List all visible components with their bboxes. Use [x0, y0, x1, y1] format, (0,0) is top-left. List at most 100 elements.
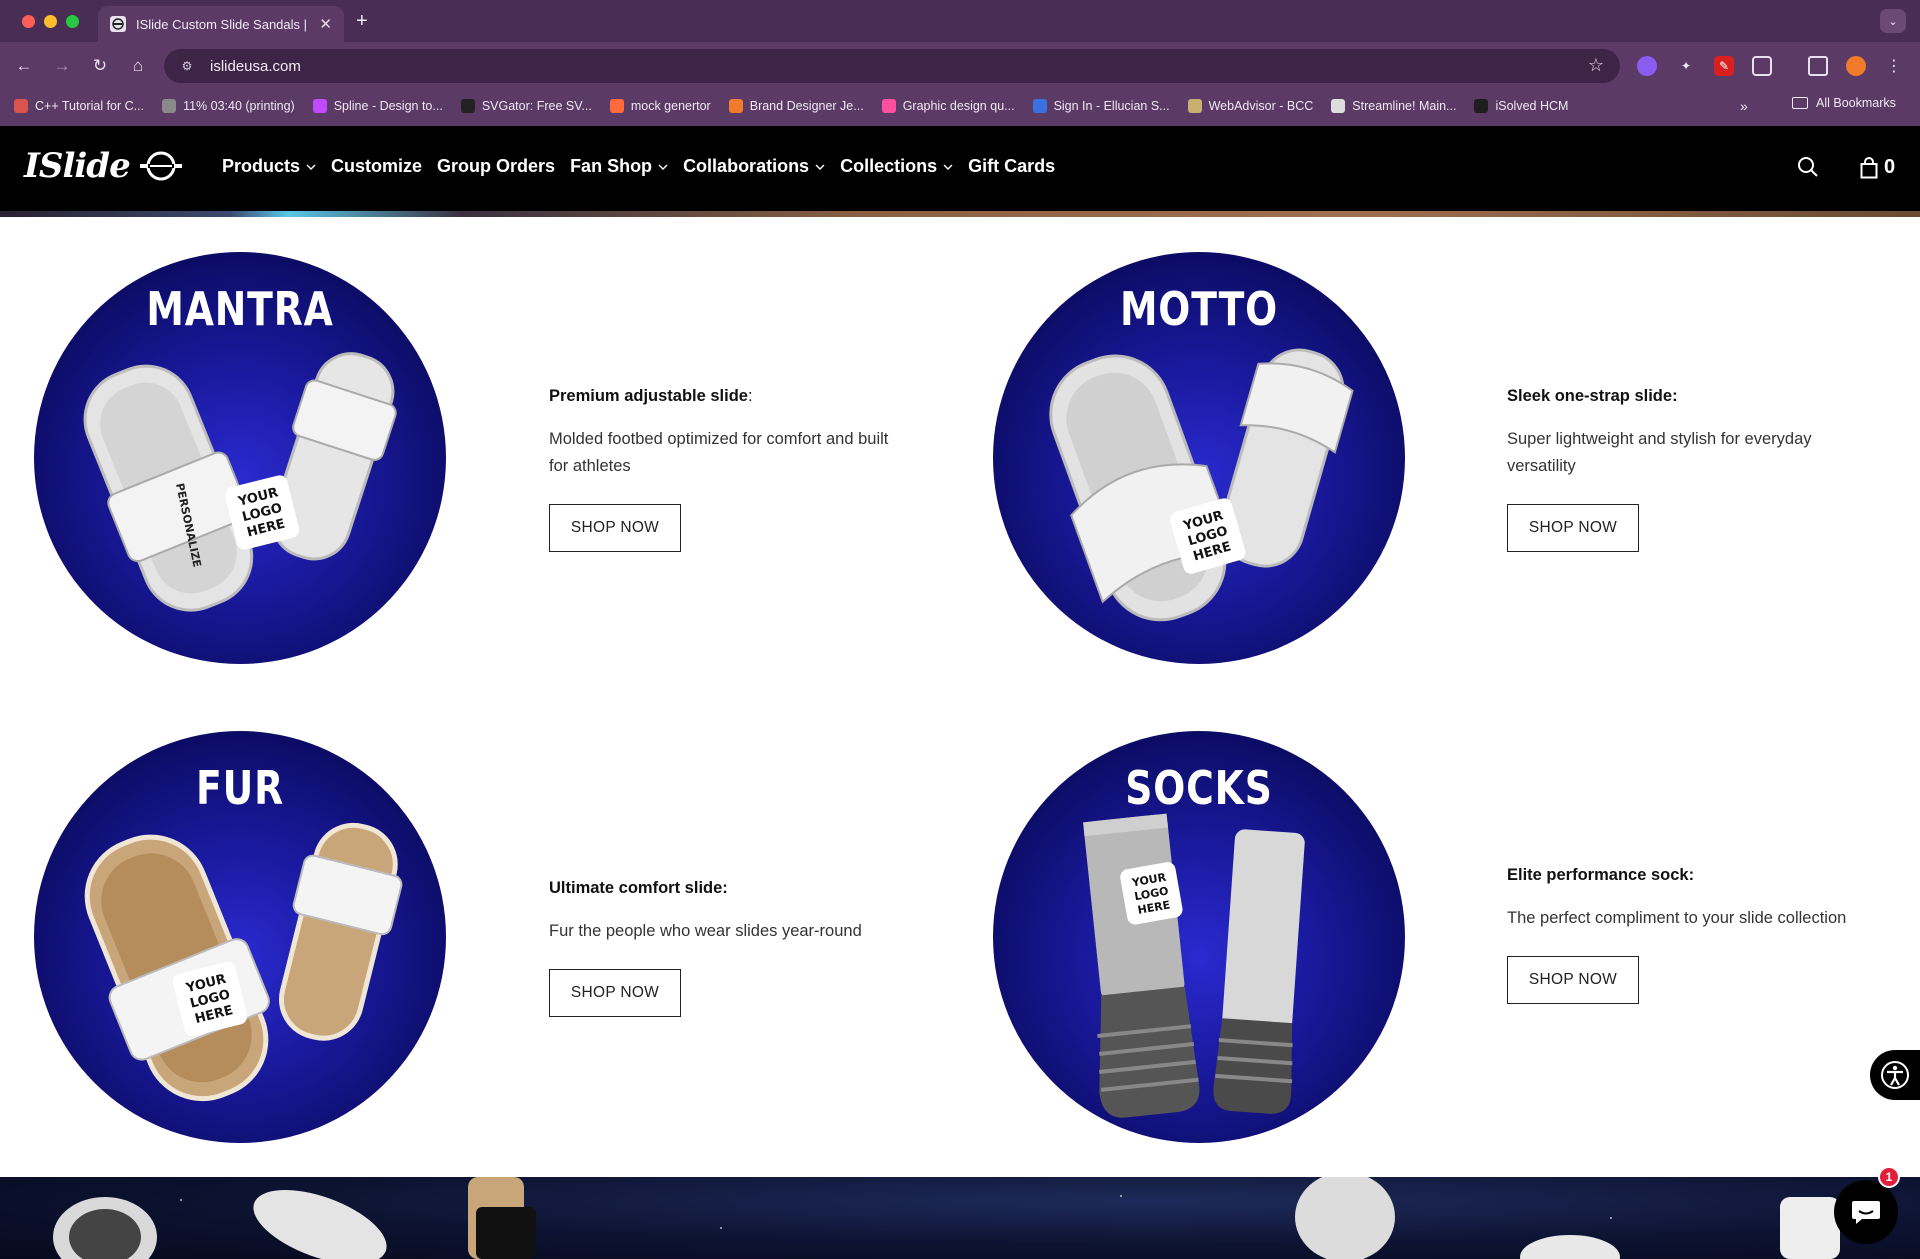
back-arrow-icon[interactable]: ← [12, 54, 36, 78]
bookmarks-bar: C++ Tutorial for C... 11% 03:40 (printin… [0, 92, 1920, 120]
bookmark-item[interactable]: WebAdvisor - BCC [1187, 99, 1314, 113]
maximize-window-button[interactable] [66, 15, 79, 28]
site-info-icon[interactable]: ⚙ [178, 57, 196, 75]
bookmark-favicon-icon [1187, 99, 1202, 113]
bookmark-item[interactable]: 11% 03:40 (printing) [162, 99, 295, 113]
nav-label: Group Orders [437, 156, 556, 176]
logo-mark-icon [139, 151, 182, 181]
home-icon[interactable]: ⌂ [126, 54, 150, 78]
side-panel-icon[interactable] [1808, 56, 1828, 76]
bookmark-favicon-icon [728, 99, 743, 113]
extensions-puzzle-icon[interactable] [1752, 56, 1772, 76]
bookmark-item[interactable]: Sign In - Ellucian S... [1032, 99, 1170, 113]
nav-collaborations[interactable]: Collaborations [683, 156, 825, 177]
product-description: The perfect compliment to your slide col… [1507, 909, 1847, 927]
bookmark-item[interactable]: iSolved HCM [1474, 99, 1568, 113]
product-headline-text: Sleek one-strap slide: [1507, 387, 1678, 405]
address-bar[interactable]: ⚙ islideusa.com ☆ [164, 49, 1620, 83]
bookmark-label: 11% 03:40 (printing) [183, 99, 295, 113]
chat-button[interactable] [1834, 1180, 1898, 1244]
shop-now-button[interactable]: SHOP NOW [549, 504, 681, 552]
bookmark-label: Graphic design qu... [902, 99, 1015, 113]
bookmark-item[interactable]: SVGator: Free SV... [460, 99, 592, 113]
cart-count: 0 [1884, 156, 1896, 178]
bookmark-label: WebAdvisor - BCC [1208, 99, 1314, 113]
browser-chrome: ISlide Custom Slide Sandals | ✕ + ⌄ ← → … [0, 0, 1920, 126]
shop-now-button[interactable]: SHOP NOW [1507, 504, 1639, 552]
product-image-mantra[interactable]: MANTRA YOUR LOGO HERE PERSONALIZE [34, 252, 446, 664]
nav-gift-cards[interactable]: Gift Cards [968, 156, 1055, 177]
chat-bubble-icon [1852, 1201, 1880, 1224]
forward-arrow-icon[interactable]: → [50, 54, 74, 78]
product-image-fur[interactable]: FUR YOUR LOGO HERE [34, 731, 446, 1143]
extension-icon[interactable]: ✦ [1676, 56, 1696, 76]
extension-icon[interactable] [1637, 56, 1657, 76]
product-headline: Ultimate comfort slide: [549, 879, 909, 898]
logo-text: ISlide [24, 146, 131, 186]
product-image-motto[interactable]: MOTTO YOUR LOGO HERE [993, 252, 1405, 664]
all-bookmarks-button[interactable]: All Bookmarks [1792, 96, 1896, 110]
browser-menu-icon[interactable]: ⋮ [1884, 56, 1904, 76]
bookmark-item[interactable]: Spline - Design to... [312, 99, 443, 113]
more-bookmarks-button[interactable]: » [1740, 98, 1748, 114]
nav-products[interactable]: Products [222, 156, 316, 177]
reload-icon[interactable]: ↻ [88, 54, 112, 78]
accessibility-button[interactable] [1870, 1050, 1920, 1100]
tab-search-button[interactable]: ⌄ [1880, 9, 1906, 33]
bookmark-label: SVGator: Free SV... [481, 99, 592, 113]
product-info-mantra: Premium adjustable slide: Molded footbed… [549, 387, 909, 552]
bookmark-item[interactable]: Brand Designer Je... [728, 99, 864, 113]
bookmark-label: C++ Tutorial for C... [35, 99, 145, 113]
product-image-socks[interactable]: SOCKS YOUR LOGO HERE [993, 731, 1405, 1143]
chevron-down-icon [943, 164, 953, 170]
bookmark-item[interactable]: Streamline! Main... [1331, 99, 1456, 113]
product-headline: Sleek one-strap slide: [1507, 387, 1867, 406]
cart-button[interactable]: 0 [1860, 156, 1895, 179]
hero-image-edge [0, 211, 1920, 217]
accessibility-icon [1881, 1061, 1909, 1089]
bookmark-favicon-icon [460, 99, 475, 113]
shop-now-button[interactable]: SHOP NOW [1507, 956, 1639, 1004]
bookmark-star-icon[interactable]: ☆ [1588, 55, 1604, 76]
nav-fan-shop[interactable]: Fan Shop [570, 156, 668, 177]
minimize-window-button[interactable] [44, 15, 57, 28]
nav-label: Collaborations [683, 156, 810, 176]
slide-sandal-illustration: YOUR LOGO HERE [1049, 348, 1354, 622]
extension-icon[interactable]: ✎ [1714, 56, 1734, 76]
search-icon[interactable] [1797, 156, 1819, 178]
new-tab-button[interactable]: + [356, 10, 368, 33]
nav-group-orders[interactable]: Group Orders [437, 156, 555, 177]
product-info-motto: Sleek one-strap slide: Super lightweight… [1507, 387, 1867, 552]
fur-slide-illustration: YOUR LOGO HERE [84, 822, 403, 1102]
shop-now-button[interactable]: SHOP NOW [549, 969, 681, 1017]
collection-banner [0, 1177, 1920, 1259]
nav-collections[interactable]: Collections [840, 156, 953, 177]
site-favicon-icon [110, 16, 126, 32]
bookmark-favicon-icon [1331, 99, 1346, 113]
bookmark-label: iSolved HCM [1495, 99, 1569, 113]
chevron-down-icon [658, 164, 668, 170]
nav-customize[interactable]: Customize [331, 156, 422, 177]
product-description: Fur the people who wear slides year-roun… [549, 922, 862, 940]
nav-label: Products [222, 156, 301, 176]
bookmark-favicon-icon [162, 99, 177, 113]
bookmark-favicon-icon [312, 99, 327, 113]
profile-avatar[interactable] [1846, 56, 1866, 76]
close-window-button[interactable] [22, 15, 35, 28]
url-text: islideusa.com [210, 57, 301, 75]
bookmark-favicon-icon [609, 99, 624, 113]
product-headline: Elite performance sock: [1507, 866, 1867, 885]
product-info-fur: Ultimate comfort slide: Fur the people w… [549, 879, 909, 1017]
product-headline-text: Ultimate comfort slide: [549, 879, 728, 897]
product-headline-text: Premium adjustable slide [549, 387, 748, 405]
close-tab-icon[interactable]: ✕ [319, 15, 332, 33]
bookmark-item[interactable]: C++ Tutorial for C... [14, 99, 144, 113]
product-headline-suffix: : [747, 387, 753, 405]
shopping-bag-icon [1860, 156, 1878, 178]
bookmark-item[interactable]: mock genertor [609, 99, 711, 113]
browser-tab[interactable]: ISlide Custom Slide Sandals | ✕ [98, 6, 344, 42]
bookmark-favicon-icon [881, 99, 896, 113]
bookmark-item[interactable]: Graphic design qu... [881, 99, 1015, 113]
product-description: Super lightweight and stylish for everyd… [1507, 430, 1812, 475]
site-logo[interactable]: ISlide [24, 146, 182, 186]
